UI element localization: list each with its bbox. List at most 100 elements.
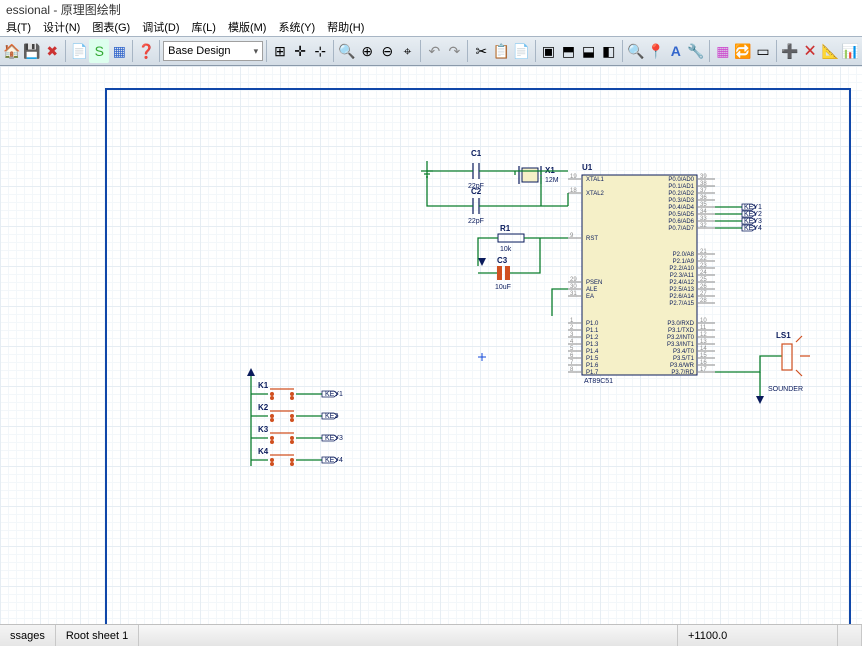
- menu-graph[interactable]: 图表(G): [92, 19, 130, 35]
- svg-text:18: 18: [570, 188, 577, 194]
- menu-design[interactable]: 设计(N): [43, 19, 80, 35]
- svg-text:P0.2/AD2: P0.2/AD2: [668, 191, 694, 197]
- mirror-icon[interactable]: 🔁: [733, 39, 753, 63]
- svg-text:P2.4/A12: P2.4/A12: [669, 280, 694, 286]
- svg-text:KEY4: KEY4: [325, 457, 343, 464]
- svg-text:12M: 12M: [545, 177, 559, 184]
- svg-text:P3.2/INT0: P3.2/INT0: [667, 335, 695, 341]
- grid-toggle-icon[interactable]: ⊞: [270, 39, 290, 63]
- svg-text:P0.5/AD5: P0.5/AD5: [668, 212, 694, 218]
- cut-icon[interactable]: ✂: [471, 39, 491, 63]
- u1-part: AT89C51: [584, 378, 613, 385]
- align-top-icon[interactable]: ⬒: [559, 39, 579, 63]
- zoom-region-icon[interactable]: ⌖: [397, 39, 417, 63]
- status-tab-messages[interactable]: ssages: [0, 625, 56, 646]
- undo-icon[interactable]: ↶: [424, 39, 444, 63]
- menu-library[interactable]: 库(L): [192, 19, 216, 35]
- svg-text:K1: K1: [258, 381, 269, 390]
- zoom-in-icon[interactable]: ⊕: [357, 39, 377, 63]
- c3[interactable]: C3 10uF: [495, 256, 511, 291]
- menu-help[interactable]: 帮助(H): [327, 19, 364, 35]
- ls1[interactable]: LS1 SOUNDER: [768, 331, 810, 393]
- menu-tools[interactable]: 具(T): [6, 19, 31, 35]
- svg-text:27: 27: [700, 291, 707, 297]
- wrench-icon[interactable]: 🔧: [686, 39, 706, 63]
- new-component-icon[interactable]: ➕: [780, 39, 800, 63]
- svg-text:P1.4: P1.4: [586, 349, 599, 355]
- svg-text:P2.2/A10: P2.2/A10: [669, 266, 694, 272]
- layers-icon[interactable]: ▦: [713, 39, 733, 63]
- origin-icon[interactable]: ⊹: [310, 39, 330, 63]
- svg-text:P1.5: P1.5: [586, 356, 599, 362]
- zoom-out-icon[interactable]: ⊖: [377, 39, 397, 63]
- text-icon[interactable]: A: [666, 39, 686, 63]
- align-bottom-icon[interactable]: ⬓: [579, 39, 599, 63]
- svg-text:P2.7/A15: P2.7/A15: [669, 301, 694, 307]
- zoom-fit-icon[interactable]: 🔍: [337, 39, 357, 63]
- svg-text:RST: RST: [586, 236, 598, 242]
- svg-text:P3.1/TXD: P3.1/TXD: [668, 328, 695, 334]
- status-coords: +1100.0: [678, 625, 838, 646]
- menu-system[interactable]: 系统(Y): [278, 19, 315, 35]
- status-tab-sheet[interactable]: Root sheet 1: [56, 625, 139, 646]
- svg-text:13: 13: [700, 339, 707, 345]
- paste-icon[interactable]: 📄: [511, 39, 531, 63]
- svg-text:31: 31: [570, 291, 577, 297]
- report-icon[interactable]: 📊: [840, 39, 860, 63]
- svg-text:38: 38: [700, 181, 707, 187]
- svg-text:C3: C3: [497, 256, 508, 265]
- svg-text:11: 11: [700, 325, 707, 331]
- marker-icon[interactable]: 📍: [646, 39, 666, 63]
- window-title: essional - 原理图绘制: [0, 0, 862, 18]
- help-icon[interactable]: ❓: [136, 39, 156, 63]
- svg-text:34: 34: [700, 209, 707, 215]
- ruler-icon[interactable]: 📐: [820, 39, 840, 63]
- svg-text:K4: K4: [258, 447, 269, 456]
- copy-icon[interactable]: 📋: [491, 39, 511, 63]
- snap-icon[interactable]: ✛: [290, 39, 310, 63]
- svg-text:KEY1: KEY1: [325, 391, 343, 398]
- align-left-icon[interactable]: ◧: [599, 39, 619, 63]
- menu-bar: 具(T) 设计(N) 图表(G) 调试(D) 库(L) 模版(M) 系统(Y) …: [0, 18, 862, 36]
- svg-text:P0.4/AD4: P0.4/AD4: [668, 205, 694, 211]
- svg-text:15: 15: [700, 353, 707, 359]
- svg-text:P2.0/A8: P2.0/A8: [673, 252, 695, 258]
- selection-icon[interactable]: ▭: [753, 39, 773, 63]
- svg-text:P2.3/A11: P2.3/A11: [670, 273, 695, 279]
- block-icon[interactable]: ▣: [538, 39, 558, 63]
- c1[interactable]: C1 22pF: [468, 149, 484, 190]
- sheet-icon[interactable]: S: [89, 39, 109, 63]
- page-icon[interactable]: 📄: [69, 39, 89, 63]
- svg-text:37: 37: [700, 188, 707, 194]
- schematic-canvas[interactable]: U1 AT89C51 19XTAL118XTAL29RST29PSEN30ALE…: [0, 66, 862, 624]
- svg-text:P3.4/T0: P3.4/T0: [673, 349, 695, 355]
- svg-text:LS1: LS1: [776, 331, 791, 340]
- design-selector[interactable]: Base Design: [163, 41, 263, 61]
- u1-ref: U1: [582, 163, 593, 172]
- svg-text:PSEN: PSEN: [586, 280, 602, 286]
- svg-text:EA: EA: [586, 294, 594, 300]
- svg-text:P1.2: P1.2: [586, 335, 599, 341]
- svg-text:C1: C1: [471, 149, 482, 158]
- svg-text:26: 26: [700, 284, 707, 290]
- svg-text:10uF: 10uF: [495, 284, 511, 291]
- svg-text:33: 33: [700, 216, 707, 222]
- menu-debug[interactable]: 调试(D): [142, 19, 179, 35]
- svg-text:21: 21: [700, 249, 707, 255]
- svg-text:22: 22: [700, 256, 707, 262]
- delete-icon[interactable]: 🗙: [800, 39, 820, 63]
- redo-icon[interactable]: ↷: [444, 39, 464, 63]
- svg-text:23: 23: [700, 263, 707, 269]
- svg-text:P1.7: P1.7: [586, 370, 599, 376]
- r1[interactable]: R1 10k: [498, 224, 524, 253]
- save-icon[interactable]: 💾: [22, 39, 42, 63]
- x1[interactable]: X1 12M: [519, 166, 559, 184]
- board-icon[interactable]: ▦: [109, 39, 129, 63]
- home-icon[interactable]: 🏠: [2, 39, 22, 63]
- close-icon[interactable]: ✖: [42, 39, 62, 63]
- svg-text:P1.3: P1.3: [586, 342, 599, 348]
- search-icon[interactable]: 🔍: [626, 39, 646, 63]
- svg-text:R1: R1: [500, 224, 511, 233]
- svg-text:P2.1/A9: P2.1/A9: [673, 259, 695, 265]
- menu-template[interactable]: 模版(M): [228, 19, 267, 35]
